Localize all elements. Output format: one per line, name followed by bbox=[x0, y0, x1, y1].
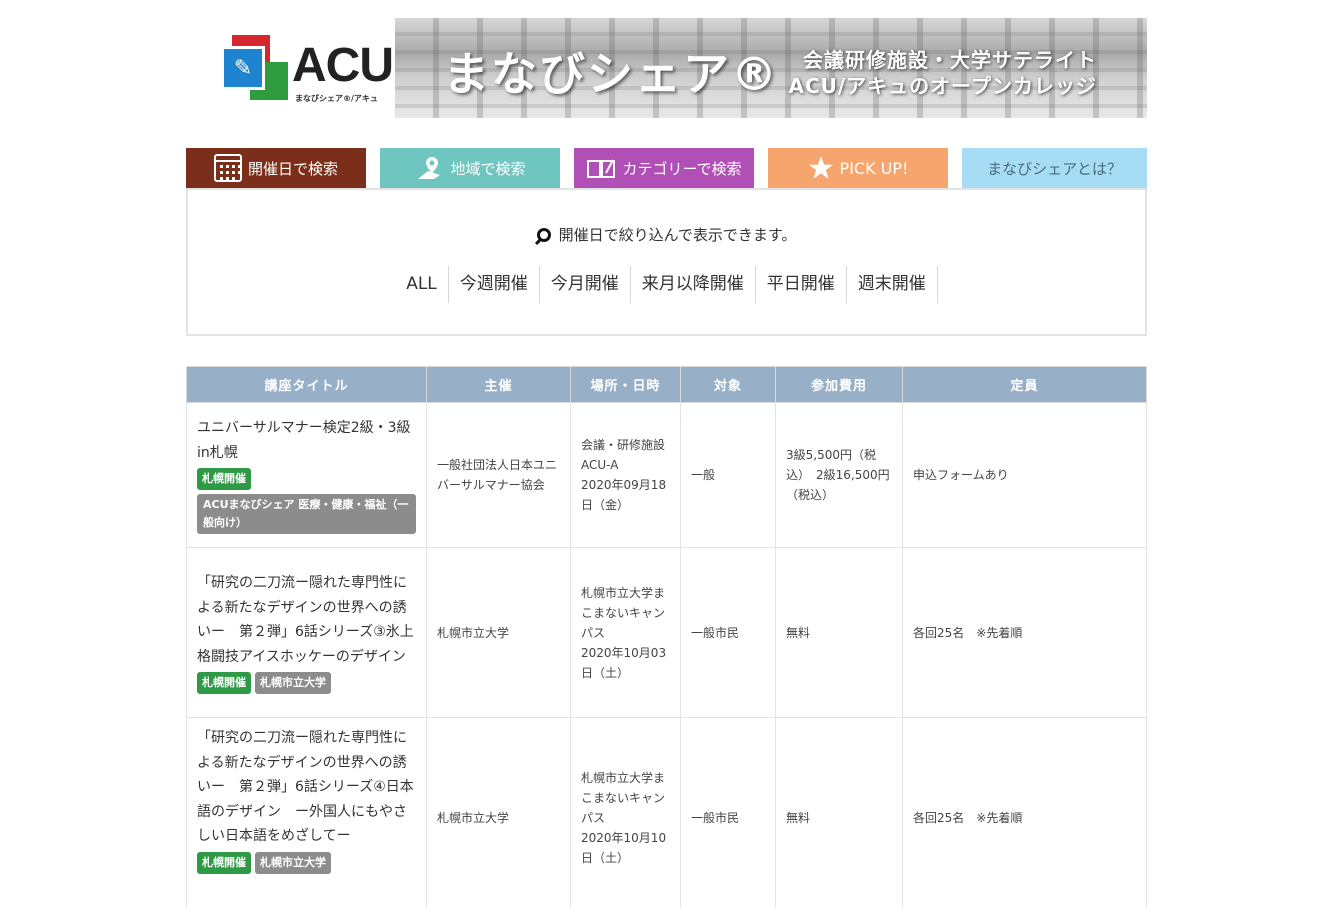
filter-hint-text: 開催日で絞り込んで表示できます。 bbox=[558, 226, 797, 244]
banner-subtitle-2: ACU/アキュのオープンカレッジ bbox=[788, 74, 1097, 98]
fee-cell: 無料 bbox=[775, 717, 903, 908]
table-header-row: 講座タイトル 主催 場所・日時 対象 参加費用 定員 bbox=[186, 366, 1147, 403]
tab-about-manabishare[interactable]: まなびシェアとは？ bbox=[962, 148, 1147, 188]
badge-category[interactable]: 札幌市立大学 bbox=[255, 851, 331, 874]
site-banner[interactable]: ✎ ACU まなびシェア®/アキュ まなびシェア® 会議研修施設・大学サテライト… bbox=[215, 18, 1147, 118]
logo-subtext: まなびシェア®/アキュ bbox=[295, 94, 378, 103]
filter-this-week[interactable]: 今週開催 bbox=[449, 266, 540, 303]
date-filter-panel: 開催日で絞り込んで表示できます。 ALL 今週開催 今月開催 来月以降開催 平日… bbox=[186, 188, 1147, 336]
banner-photo: まなびシェア® 会議研修施設・大学サテライト ACU/アキュのオープンカレッジ bbox=[395, 18, 1147, 118]
host-cell: 一般社団法人日本ユニバーサルマナー協会 bbox=[426, 402, 571, 548]
header-target: 対象 bbox=[680, 366, 776, 403]
filter-weekdays[interactable]: 平日開催 bbox=[756, 266, 847, 303]
tab-search-by-date[interactable]: 開催日で検索 bbox=[186, 148, 366, 188]
badge-location[interactable]: 札幌開催 bbox=[197, 851, 251, 874]
header-fee: 参加費用 bbox=[775, 366, 903, 403]
header-title: 講座タイトル bbox=[186, 366, 427, 403]
course-title-link[interactable]: ユニバーサルマナー検定2級・3級 in札幌 bbox=[197, 416, 416, 465]
place-text: 札幌市立大学まこまないキャンパス bbox=[581, 585, 666, 640]
course-badges: 札幌開催 ACUまなびシェア 医療・健康・福祉（一般向け） bbox=[197, 468, 416, 534]
tab-label: PICK UP! bbox=[839, 158, 909, 178]
filter-weekends[interactable]: 週末開催 bbox=[847, 266, 938, 303]
date-text: 2020年09月18日（金） bbox=[581, 478, 667, 512]
banner-title: まなびシェア® bbox=[443, 47, 779, 101]
filter-all[interactable]: ALL bbox=[395, 266, 449, 303]
tab-search-by-category[interactable]: カテゴリーで検索 bbox=[574, 148, 754, 188]
logo-text: ACU bbox=[292, 39, 394, 92]
course-badges: 札幌開催 札幌市立大学 bbox=[197, 672, 416, 694]
badge-category[interactable]: 札幌市立大学 bbox=[255, 672, 331, 694]
target-cell: 一般市民 bbox=[680, 717, 776, 908]
map-pin-icon bbox=[414, 155, 444, 181]
pencil-icon: ✎ bbox=[221, 46, 265, 90]
date-text: 2020年10月10日（土） bbox=[581, 830, 667, 865]
star-icon bbox=[808, 155, 834, 181]
fee-cell: 3級5,500円（税込） 2級16,500円（税込） bbox=[775, 402, 903, 548]
date-text: 2020年10月03日（土） bbox=[581, 645, 667, 680]
search-icon bbox=[536, 227, 551, 242]
capacity-cell: 申込フォームあり bbox=[902, 402, 1147, 548]
filter-next-month-onward[interactable]: 来月以降開催 bbox=[631, 266, 756, 303]
tab-label: カテゴリーで検索 bbox=[622, 159, 742, 178]
header-host: 主催 bbox=[426, 366, 571, 403]
tab-pick-up[interactable]: PICK UP! bbox=[768, 148, 948, 188]
site-logo[interactable]: ✎ ACU まなびシェア®/アキュ bbox=[215, 18, 395, 118]
place-date-cell: 札幌市立大学まこまないキャンパス 2020年10月10日（土） bbox=[570, 717, 681, 908]
badge-location[interactable]: 札幌開催 bbox=[197, 468, 251, 490]
host-cell: 札幌市立大学 bbox=[426, 547, 571, 718]
place-date-cell: 会議・研修施設ACU-A 2020年09月18日（金） bbox=[570, 402, 681, 548]
tab-label: 地域で検索 bbox=[450, 159, 526, 178]
course-badges: 札幌開催 札幌市立大学 bbox=[197, 851, 416, 874]
header-capacity: 定員 bbox=[902, 366, 1147, 403]
capacity-cell: 各回25名 ※先着順 bbox=[902, 547, 1147, 718]
events-table: 講座タイトル 主催 場所・日時 対象 参加費用 定員 ユニバーサルマナー検定2級… bbox=[186, 366, 1147, 908]
table-row[interactable]: ユニバーサルマナー検定2級・3級 in札幌 札幌開催 ACUまなびシェア 医療・… bbox=[186, 402, 1147, 548]
tab-label: まなびシェアとは？ bbox=[987, 159, 1122, 178]
target-cell: 一般市民 bbox=[680, 547, 776, 718]
fee-cell: 無料 bbox=[775, 547, 903, 718]
capacity-cell: 各回25名 ※先着順 bbox=[902, 717, 1147, 908]
place-date-cell: 札幌市立大学まこまないキャンパス 2020年10月03日（土） bbox=[570, 547, 681, 718]
filter-this-month[interactable]: 今月開催 bbox=[540, 266, 631, 303]
filter-hint: 開催日で絞り込んで表示できます。 bbox=[188, 224, 1145, 245]
date-filter-links: ALL 今週開催 今月開催 来月以降開催 平日開催 週末開催 bbox=[188, 266, 1145, 303]
course-title-cell: ユニバーサルマナー検定2級・3級 in札幌 札幌開催 ACUまなびシェア 医療・… bbox=[186, 402, 427, 548]
tab-search-by-area[interactable]: 地域で検索 bbox=[380, 148, 560, 188]
place-text: 札幌市立大学まこまないキャンパス bbox=[581, 770, 666, 825]
calendar-icon bbox=[213, 154, 242, 182]
course-title-link[interactable]: 「研究の二刀流ー隠れた専門性による新たなデザインの世界への誘いー 第２弾」6話シ… bbox=[197, 571, 416, 669]
tab-label: 開催日で検索 bbox=[247, 159, 338, 178]
header-place-date: 場所・日時 bbox=[570, 366, 681, 403]
host-cell: 札幌市立大学 bbox=[426, 717, 571, 908]
course-title-link[interactable]: 「研究の二刀流ー隠れた専門性による新たなデザインの世界への誘いー 第２弾」6話シ… bbox=[197, 726, 416, 849]
banner-subtitle-1: 会議研修施設・大学サテライト bbox=[803, 48, 1097, 72]
place-text: 会議・研修施設ACU-A bbox=[581, 438, 666, 472]
target-cell: 一般 bbox=[680, 402, 776, 548]
table-row[interactable]: 「研究の二刀流ー隠れた専門性による新たなデザインの世界への誘いー 第２弾」6話シ… bbox=[186, 547, 1147, 718]
badge-location[interactable]: 札幌開催 bbox=[197, 672, 251, 694]
search-tabs: 開催日で検索 地域で検索 カテゴリーで検索 PICK UP! まなびシェアとは？ bbox=[186, 148, 1147, 188]
badge-category[interactable]: ACUまなびシェア 医療・健康・福祉（一般向け） bbox=[197, 494, 416, 534]
course-title-cell: 「研究の二刀流ー隠れた専門性による新たなデザインの世界への誘いー 第２弾」6話シ… bbox=[186, 547, 427, 718]
course-title-cell: 「研究の二刀流ー隠れた専門性による新たなデザインの世界への誘いー 第２弾」6話シ… bbox=[186, 717, 427, 908]
book-icon bbox=[586, 157, 616, 179]
table-row[interactable]: 「研究の二刀流ー隠れた専門性による新たなデザインの世界への誘いー 第２弾」6話シ… bbox=[186, 717, 1147, 908]
